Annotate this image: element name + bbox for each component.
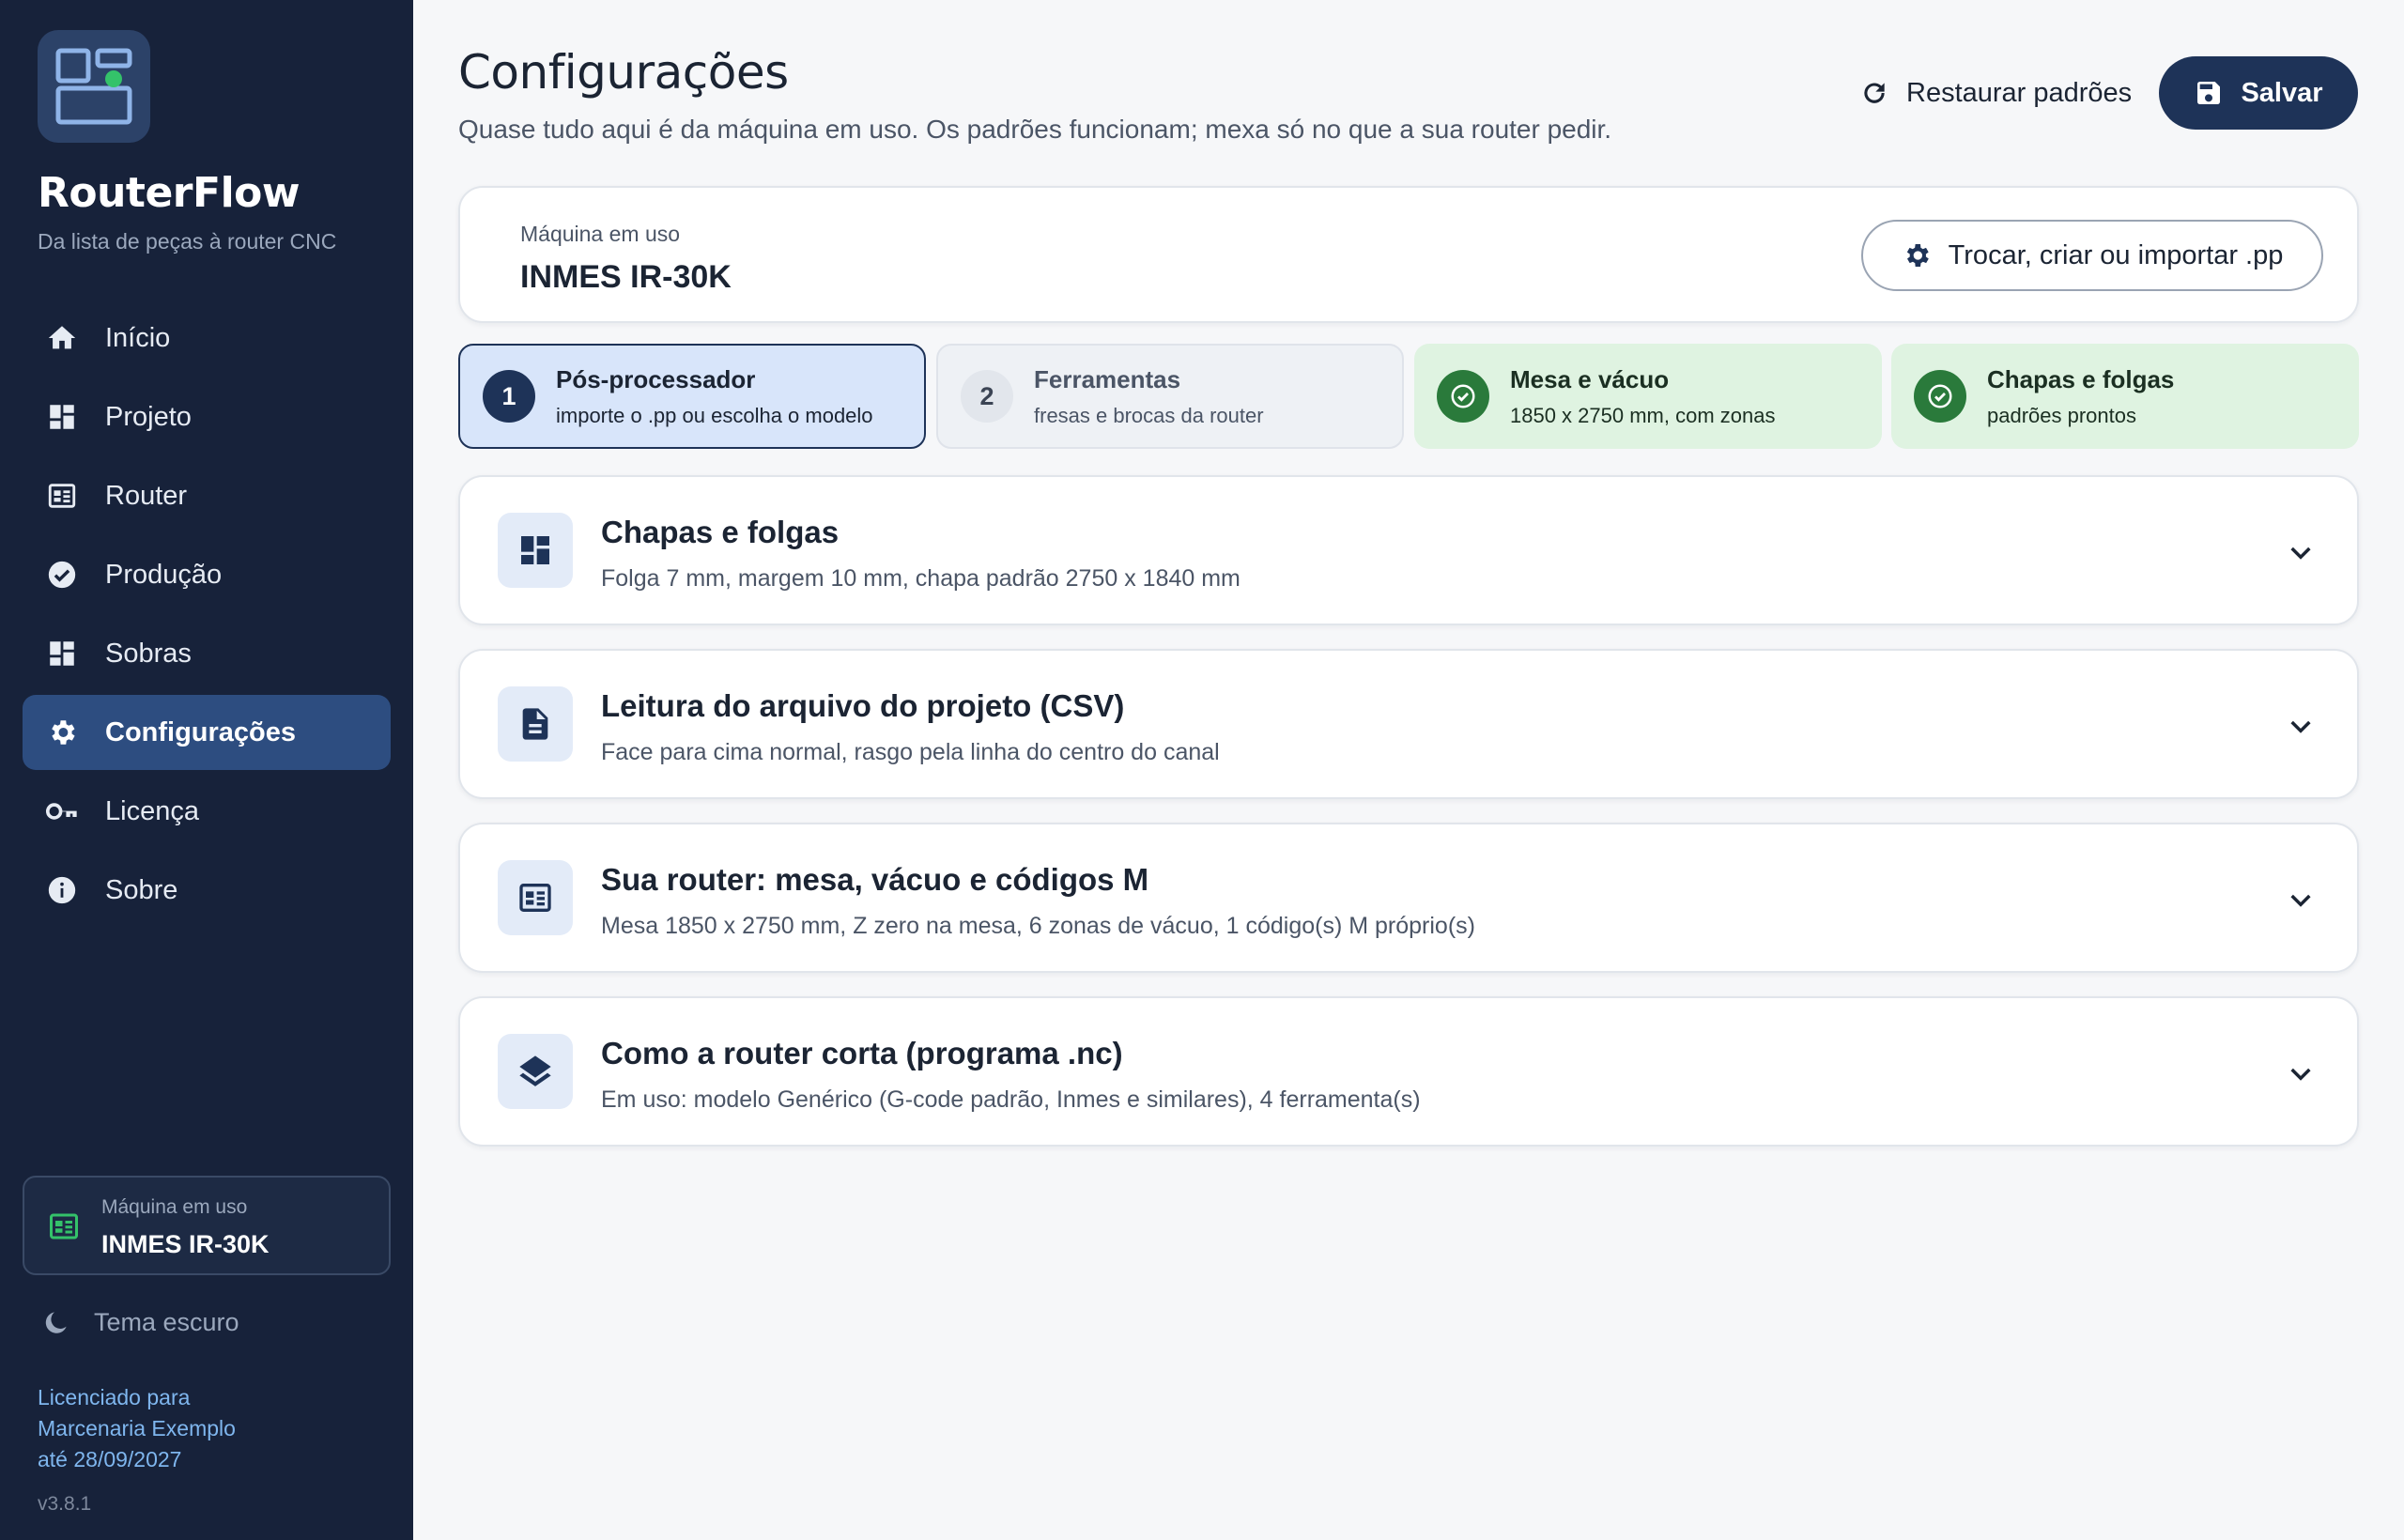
section-como-a-router-corta[interactable]: Como a router corta (programa .nc) Em us… [458, 996, 2359, 1147]
theme-toggle[interactable]: Tema escuro [41, 1307, 239, 1337]
router-icon [45, 479, 79, 513]
router-icon [498, 860, 573, 935]
check-icon [1914, 370, 1966, 423]
setup-steps: 1 Pós-processador importe o .pp ou escol… [458, 344, 2359, 449]
machine-panel-value: INMES IR-30K [520, 259, 732, 295]
sidebar-nav: Início Projeto Router Produção Sobras Co… [23, 300, 391, 932]
sidebar-item-inicio[interactable]: Início [23, 300, 391, 376]
layers-icon [498, 1034, 573, 1109]
machine-panel-label: Máquina em uso [520, 222, 681, 246]
section-title: Leitura do arquivo do projeto (CSV) [601, 688, 1125, 723]
license-line: Licenciado para [38, 1385, 191, 1409]
check-circle-icon [45, 558, 79, 592]
machine-label: Máquina em uso [101, 1196, 248, 1218]
sidebar-item-producao[interactable]: Produção [23, 537, 391, 612]
page-title: Configurações [458, 45, 789, 100]
step-number-badge: 1 [483, 370, 535, 423]
main-content: Configurações Quase tudo aqui é da máqui… [413, 0, 2404, 1540]
license-owner: Marcenaria Exemplo [38, 1416, 236, 1440]
dashboard-icon [498, 513, 573, 588]
gear-icon [1906, 244, 1929, 267]
machine-name: INMES IR-30K [101, 1230, 270, 1258]
section-summary: Mesa 1850 x 2750 mm, Z zero na mesa, 6 z… [601, 913, 1475, 939]
sidebar-item-label: Sobras [105, 638, 192, 669]
step-chapas-e-folgas[interactable]: Chapas e folgas padrões prontos [1891, 344, 2359, 449]
app-logo-icon [38, 30, 150, 143]
section-title: Chapas e folgas [601, 515, 840, 549]
chevron-down-icon[interactable] [2286, 885, 2316, 915]
step-title: Mesa e vácuo [1510, 364, 1670, 393]
sidebar-item-label: Configurações [105, 716, 297, 747]
sidebar-item-label: Sobre [105, 874, 178, 905]
save-button[interactable]: Salvar [2159, 56, 2358, 130]
section-summary: Face para cima normal, rasgo pela linha … [601, 739, 1220, 765]
sidebar-item-label: Produção [105, 559, 223, 590]
document-icon [498, 686, 573, 762]
refresh-icon [1864, 83, 1885, 103]
step-subtitle: 1850 x 2750 mm, com zonas [1510, 403, 1776, 427]
step-subtitle: padrões prontos [1987, 403, 2136, 427]
step-title: Pós-processador [556, 364, 756, 393]
restore-defaults-button[interactable]: Restaurar padrões [1841, 56, 2150, 130]
sidebar-item-projeto[interactable]: Projeto [23, 379, 391, 454]
dashboard-icon [45, 637, 79, 670]
section-summary: Em uso: modelo Genérico (G-code padrão, … [601, 1086, 1421, 1113]
brand-tagline: Da lista de peças à router CNC [38, 229, 337, 254]
license-info[interactable]: Licenciado para Marcenaria Exemplo até 2… [38, 1382, 357, 1475]
switch-machine-label: Trocar, criar ou importar .pp [1948, 239, 2284, 270]
step-ferramentas[interactable]: 2 Ferramentas fresas e brocas da router [936, 344, 1404, 449]
router-icon [47, 1209, 81, 1248]
step-subtitle: fresas e brocas da router [1034, 403, 1264, 427]
step-pos-processador[interactable]: 1 Pós-processador importe o .pp ou escol… [458, 344, 926, 449]
section-title: Sua router: mesa, vácuo e códigos M [601, 862, 1149, 897]
section-summary: Folga 7 mm, margem 10 mm, chapa padrão 2… [601, 565, 1241, 592]
sidebar: RouterFlow Da lista de peças à router CN… [0, 0, 413, 1540]
sidebar-item-label: Projeto [105, 401, 192, 432]
sidebar-item-licenca[interactable]: Licença [23, 774, 391, 849]
section-leitura-csv[interactable]: Leitura do arquivo do projeto (CSV) Face… [458, 649, 2359, 799]
sidebar-item-router[interactable]: Router [23, 458, 391, 533]
sidebar-item-label: Licença [105, 795, 199, 826]
license-expiry: até 28/09/2027 [38, 1447, 182, 1471]
home-icon [45, 321, 79, 355]
step-subtitle: importe o .pp ou escolha o modelo [556, 403, 873, 427]
sidebar-item-sobre[interactable]: Sobre [23, 853, 391, 928]
restore-defaults-label: Restaurar padrões [1906, 77, 2133, 108]
moon-icon [45, 1312, 67, 1333]
gear-icon [45, 716, 79, 749]
check-icon [1437, 370, 1489, 423]
save-icon [2197, 82, 2221, 104]
chevron-down-icon[interactable] [2286, 711, 2316, 741]
chevron-down-icon[interactable] [2286, 537, 2316, 567]
machine-panel: Máquina em uso INMES IR-30K Trocar, cria… [458, 186, 2359, 323]
section-title: Como a router corta (programa .nc) [601, 1036, 1123, 1070]
chevron-down-icon[interactable] [2286, 1058, 2316, 1088]
info-icon [45, 873, 79, 907]
sidebar-item-configuracoes[interactable]: Configurações [23, 695, 391, 770]
theme-toggle-label: Tema escuro [94, 1307, 239, 1336]
sidebar-machine-card[interactable]: Máquina em uso INMES IR-30K [23, 1176, 391, 1275]
dashboard-icon [45, 400, 79, 434]
save-label: Salvar [2241, 77, 2323, 108]
step-number-badge: 2 [961, 370, 1013, 423]
page-subtitle: Quase tudo aqui é da máquina em uso. Os … [458, 115, 1612, 144]
step-title: Ferramentas [1034, 364, 1181, 393]
sidebar-item-sobras[interactable]: Sobras [23, 616, 391, 691]
step-title: Chapas e folgas [1987, 364, 2175, 393]
step-mesa-e-vacuo[interactable]: Mesa e vácuo 1850 x 2750 mm, com zonas [1414, 344, 1882, 449]
switch-machine-button[interactable]: Trocar, criar ou importar .pp [1861, 220, 2323, 291]
section-chapas-e-folgas[interactable]: Chapas e folgas Folga 7 mm, margem 10 mm… [458, 475, 2359, 625]
brand-name: RouterFlow [38, 169, 300, 217]
sidebar-item-label: Início [105, 322, 171, 353]
section-sua-router[interactable]: Sua router: mesa, vácuo e códigos M Mesa… [458, 823, 2359, 973]
key-icon [45, 794, 79, 828]
app-version: v3.8.1 [38, 1493, 92, 1515]
sidebar-item-label: Router [105, 480, 188, 511]
